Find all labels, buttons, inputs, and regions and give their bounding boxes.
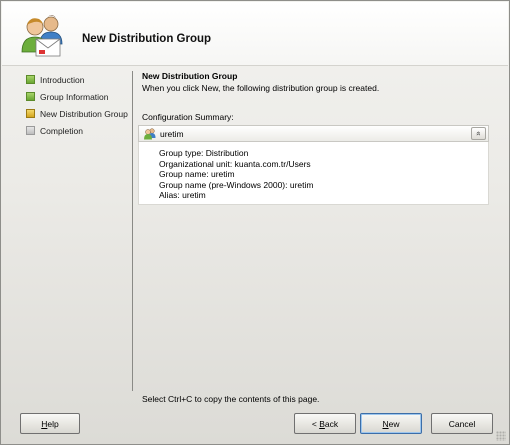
back-arrow: < (311, 418, 320, 429)
help-label: elp (47, 418, 59, 429)
step-done-icon (26, 92, 35, 101)
step-completion[interactable]: Completion (26, 122, 131, 139)
cancel-button[interactable]: Cancel (431, 413, 493, 434)
summary-details: Group type: Distribution Organizational … (138, 142, 489, 205)
new-button[interactable]: New (360, 413, 422, 434)
help-button[interactable]: Help (20, 413, 80, 434)
chevron-up-icon: » (473, 131, 483, 136)
summary-line: Group name: uretim (159, 169, 235, 179)
steps-divider (132, 71, 133, 391)
summary-line: Group name (pre-Windows 2000): uretim (159, 179, 314, 190)
step-label: Group Information (40, 91, 109, 102)
step-label: New Distribution Group (40, 108, 128, 119)
summary-item-name: uretim (160, 128, 184, 139)
page-title: New Distribution Group (142, 71, 238, 81)
new-label: ew (388, 418, 400, 429)
summary-item-header[interactable]: uretim » (138, 125, 489, 142)
group-icon (144, 127, 156, 139)
user-group-icon (21, 15, 63, 57)
page-description: When you click New, the following distri… (142, 83, 380, 93)
wizard-steps: Introduction Group Information New Distr… (26, 71, 131, 139)
page-content: New Distribution Group When you click Ne… (142, 71, 492, 93)
summary-line: Alias: uretim (159, 190, 206, 200)
summary-line: Organizational unit: kuanta.com.tr/Users (159, 158, 311, 169)
step-pending-icon (26, 126, 35, 135)
step-label: Introduction (40, 74, 85, 85)
step-current-icon (26, 109, 35, 118)
back-button[interactable]: < Back (294, 413, 356, 434)
wizard-window: New Distribution Group Introduction Grou… (0, 0, 510, 445)
wizard-header: New Distribution Group (2, 2, 508, 66)
step-done-icon (26, 75, 35, 84)
configuration-summary-label: Configuration Summary: (142, 112, 234, 122)
step-introduction[interactable]: Introduction (26, 71, 131, 88)
step-new-distribution-group[interactable]: New Distribution Group (26, 105, 131, 122)
back-label: ack (324, 418, 339, 429)
wizard-title: New Distribution Group (82, 33, 212, 45)
resize-grip[interactable] (496, 431, 506, 441)
step-group-information[interactable]: Group Information (26, 88, 131, 105)
collapse-button[interactable]: » (471, 127, 486, 140)
copy-hint: Select Ctrl+C to copy the contents of th… (142, 394, 320, 404)
step-label: Completion (40, 125, 83, 136)
summary-line: Group type: Distribution (159, 148, 249, 158)
